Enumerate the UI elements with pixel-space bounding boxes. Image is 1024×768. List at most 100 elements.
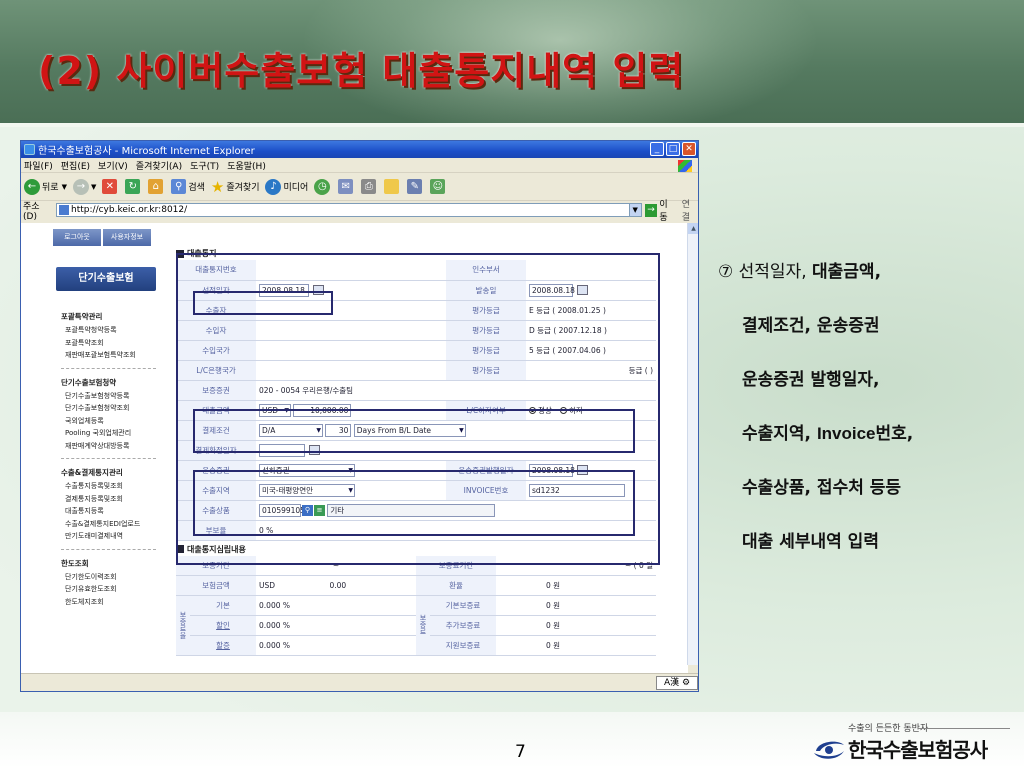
nav-item[interactable]: 포괄특약조회 xyxy=(65,337,156,350)
stop-icon: ✕ xyxy=(102,179,118,194)
nav-item[interactable]: 단기수출보험청약등록 xyxy=(65,390,156,403)
home-button[interactable]: ⌂ xyxy=(148,179,165,194)
history-button[interactable]: ◷ xyxy=(314,178,332,195)
folder-icon xyxy=(384,179,400,194)
chevron-down-icon[interactable]: ▼ xyxy=(628,204,641,216)
refresh-button[interactable]: ↻ xyxy=(125,179,142,194)
menu-tools[interactable]: 도구(T) xyxy=(190,159,219,172)
discount-rate-value: 0.000 % xyxy=(256,615,417,636)
nav-divider xyxy=(61,458,156,459)
left-nav: 로그아웃 사용자정보 단기수출보험 포괄특약관리 포괄특약청약등록 포괄특약조회… xyxy=(21,223,171,691)
messenger-button[interactable]: ☺ xyxy=(430,179,447,194)
address-input[interactable]: http://cyb.keic.or.kr:8012/ ▼ xyxy=(56,203,642,217)
address-label: 주소(D) xyxy=(23,201,40,222)
surcharge-link[interactable]: 할증 xyxy=(190,635,257,656)
explanation-notes: ⑦ 선적일자, 대출금액, 결제조건, 운송증권 운송증권 발행일자, 수출지역… xyxy=(718,262,1008,586)
nav-item[interactable]: 수출&결제통지EDI업로드 xyxy=(65,518,156,531)
status-bar: A漢 ⚙ xyxy=(21,673,698,691)
menu-help[interactable]: 도움말(H) xyxy=(227,159,266,172)
field-label: 환율 xyxy=(416,575,497,596)
slide-header: (2) 사이버수출보험 대출통지내역 입력 xyxy=(0,0,1024,125)
media-label: 미디어 xyxy=(283,183,309,193)
edit-button[interactable]: ✎ xyxy=(407,179,424,194)
note-line: 수출지역, Invoice번호, xyxy=(718,424,1008,478)
nav-item[interactable]: 만기도래미결제내역 xyxy=(65,530,156,543)
forward-arrow-icon: → xyxy=(72,178,89,195)
nav-item[interactable]: 수출통지등록및조회 xyxy=(65,480,156,493)
edit-icon: ✎ xyxy=(407,179,423,194)
note-text-bold: Invoice xyxy=(816,424,876,443)
nav-item[interactable]: 대출통지등록 xyxy=(65,505,156,518)
surcharge-rate-value: 0.000 % xyxy=(256,635,417,656)
highlight-ship-date xyxy=(193,291,333,315)
back-button[interactable]: ← 뒤로 ▼ xyxy=(24,178,67,195)
field-label: 보험금액 xyxy=(176,575,257,596)
star-icon: ★ xyxy=(210,177,225,196)
exchange-value: 0 원 xyxy=(496,575,657,596)
vertical-scrollbar[interactable]: ▲ xyxy=(687,223,698,665)
logout-button[interactable]: 로그아웃 xyxy=(53,229,101,246)
search-icon: ⚲ xyxy=(171,179,187,194)
nav-item[interactable]: 결제통지등록및조회 xyxy=(65,493,156,506)
stop-button[interactable]: ✕ xyxy=(102,179,119,194)
nav-group-title[interactable]: 포괄특약관리 xyxy=(61,311,156,322)
go-button[interactable]: → 이동 xyxy=(644,197,676,223)
refresh-icon: ↻ xyxy=(125,179,141,194)
nav-item[interactable]: 재판매계약상대방등록 xyxy=(65,440,156,453)
search-button[interactable]: ⚲ 검색 xyxy=(171,179,205,194)
nav-list: 포괄특약관리 포괄특약청약등록 포괄특약조회 재판매포괄보험특약조회 단기수출보… xyxy=(61,303,156,608)
links-label[interactable]: 연결 xyxy=(682,197,698,223)
basic-rate-value: 0.000 % xyxy=(256,595,417,616)
note-text-bold: 수출상품, 접수처 등등 xyxy=(742,478,902,498)
menu-file[interactable]: 파일(F) xyxy=(24,159,53,172)
user-info-button[interactable]: 사용자정보 xyxy=(103,229,151,246)
close-button[interactable]: ✕ xyxy=(682,142,696,156)
menu-favorites[interactable]: 즐겨찾기(A) xyxy=(136,159,182,172)
note-text: ⑦ 선적일자, xyxy=(718,262,813,282)
note-line: 결제조건, 운송증권 xyxy=(718,316,1008,370)
note-text-bold: 운송증권 발행일자, xyxy=(742,370,880,390)
minimize-button[interactable]: _ xyxy=(650,142,664,156)
scroll-up-icon[interactable]: ▲ xyxy=(688,223,698,234)
field-label: 기본보증료 xyxy=(430,595,497,616)
insured-amount-cell: USD 0.00 xyxy=(256,575,417,596)
nav-item[interactable]: Pooling 국외업체관리 xyxy=(65,427,156,440)
mail-icon: ✉ xyxy=(338,179,354,194)
note-line: 대출 세부내역 입력 xyxy=(718,532,1008,586)
nav-group-title[interactable]: 수출&결제통지관리 xyxy=(61,467,156,478)
field-label: 기본 xyxy=(190,595,257,616)
nav-item[interactable]: 국외업체등록 xyxy=(65,415,156,428)
menu-edit[interactable]: 편집(E) xyxy=(61,159,90,172)
favorites-button[interactable]: ★ 즐겨찾기 xyxy=(211,178,260,196)
menu-view[interactable]: 보기(V) xyxy=(98,159,128,172)
search-label: 검색 xyxy=(188,183,205,193)
nav-item[interactable]: 포괄특약청약등록 xyxy=(65,324,156,337)
nav-group-title[interactable]: 단기수출보험청약 xyxy=(61,377,156,388)
nav-item[interactable]: 재판매포괄보험특약조회 xyxy=(65,349,156,362)
nav-divider xyxy=(61,548,156,550)
loan-detail-table: 보증기간 ~ 보증료기간 ~ ( 0 일 보험금액 USD 0.00 환율 0 … xyxy=(176,555,657,656)
nav-item[interactable]: 단기한도이력조회 xyxy=(65,571,156,584)
print-button[interactable]: ⎙ xyxy=(361,179,378,194)
folder-button[interactable] xyxy=(384,179,401,194)
media-button[interactable]: ♪ 미디어 xyxy=(265,178,309,195)
discount-link[interactable]: 할인 xyxy=(190,615,257,636)
forward-button[interactable]: → ▼ xyxy=(72,178,96,195)
note-text-bold: 결제조건, 운송증권 xyxy=(742,316,880,336)
nav-item[interactable]: 한도체지조회 xyxy=(65,596,156,609)
windows-flag-icon xyxy=(678,160,692,172)
nav-group-title[interactable]: 한도조회 xyxy=(61,558,156,569)
nav-item[interactable]: 단기수출보험청약조회 xyxy=(65,402,156,415)
mail-button[interactable]: ✉ xyxy=(338,179,355,194)
ime-label: A漢 xyxy=(663,678,680,688)
note-text-bold: 수출지역, xyxy=(742,424,817,444)
nav-short-term-insurance[interactable]: 단기수출보험 xyxy=(56,267,156,291)
maximize-button[interactable]: □ xyxy=(666,142,680,156)
browser-window: 한국수출보험공사 - Microsoft Internet Explorer _… xyxy=(20,140,699,692)
nav-item[interactable]: 단기유효한도조회 xyxy=(65,583,156,596)
note-text-bold: 대출 세부내역 입력 xyxy=(742,532,879,552)
company-logo: 한국수출보험공사 xyxy=(812,734,988,763)
note-line: 수출상품, 접수처 등등 xyxy=(718,478,1008,532)
ime-indicator[interactable]: A漢 ⚙ xyxy=(656,676,698,690)
insured-amount: 0.00 xyxy=(329,581,347,590)
